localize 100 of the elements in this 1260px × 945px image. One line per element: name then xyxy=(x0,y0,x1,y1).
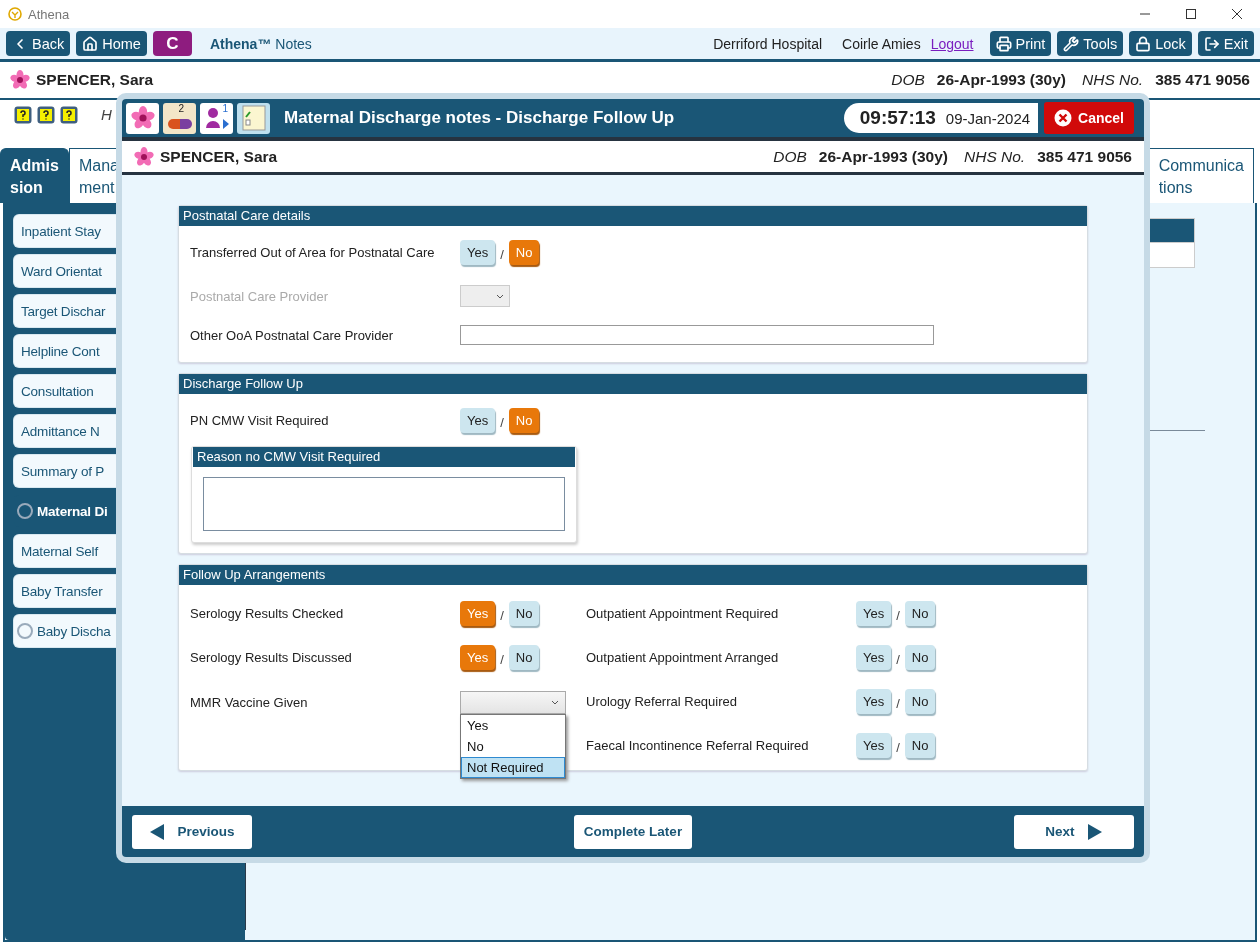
toggle-option[interactable]: No xyxy=(904,732,936,758)
status-circle-icon xyxy=(17,503,33,519)
section-title: Discharge Follow Up xyxy=(179,374,1087,394)
flower-icon xyxy=(10,70,30,90)
toggle-option[interactable]: Yes xyxy=(460,407,496,433)
toggle-option[interactable]: Yes xyxy=(460,239,496,265)
flower-button[interactable] xyxy=(126,102,159,134)
complete-later-button[interactable]: Complete Later xyxy=(574,814,692,849)
previous-button[interactable]: Previous xyxy=(132,814,252,849)
separator-text: / xyxy=(500,651,504,667)
separator-text: / xyxy=(896,607,900,623)
separator-text: / xyxy=(500,246,504,262)
dob-label: DOB xyxy=(891,71,925,89)
help-icon[interactable] xyxy=(60,106,78,124)
separator-text: / xyxy=(896,651,900,667)
app-logo-icon xyxy=(8,7,22,21)
home-icon xyxy=(82,35,99,52)
user-name: Coirle Amies xyxy=(842,35,921,52)
field-label: Outpatient Appointment Required xyxy=(586,605,780,621)
time-text: 09:57:13 xyxy=(859,107,936,129)
tools-icon xyxy=(1063,35,1080,52)
separator-text: / xyxy=(500,414,504,430)
window-title: Athena xyxy=(28,6,70,22)
lock-icon xyxy=(1135,35,1152,52)
person-arrow-icon xyxy=(203,106,230,130)
input-field[interactable] xyxy=(460,325,934,345)
dropdown-option[interactable]: No xyxy=(461,736,565,757)
dob-value: 26-Apr-1993 (30y) xyxy=(936,71,1066,89)
person-button[interactable]: 1 xyxy=(200,102,233,134)
hospital-name: Derriford Hospital xyxy=(713,35,823,52)
text-area[interactable] xyxy=(203,477,565,531)
toggle-option[interactable]: Yes xyxy=(856,644,892,670)
dialog-title: Maternal Discharge notes - Discharge Follow Up xyxy=(284,108,675,128)
cancel-button[interactable]: Cancel xyxy=(1044,102,1134,134)
patient-name: SPENCER, Sara xyxy=(160,147,278,166)
count-label: 2 xyxy=(178,102,184,114)
exit-icon xyxy=(1203,35,1220,52)
section-title: Follow Up Arrangements xyxy=(179,565,1087,585)
field-label: PN CMW Visit Required xyxy=(190,412,330,428)
dropdown-field[interactable] xyxy=(460,691,566,714)
nhs-number: 385 471 9056 xyxy=(1155,71,1250,89)
toggle-option[interactable]: No xyxy=(904,688,936,714)
status-circle-icon xyxy=(17,623,33,639)
tools-button[interactable]: Tools xyxy=(1057,31,1124,56)
logout-link[interactable]: Logout xyxy=(930,35,974,52)
field-label: Other OoA Postnatal Care Provider xyxy=(190,327,395,343)
date-text: 09-Jan-2024 xyxy=(945,109,1031,127)
lock-button[interactable]: Lock xyxy=(1129,31,1192,56)
toggle-option[interactable]: Yes xyxy=(856,688,892,714)
dob-value: 26-Apr-1993 (30y) xyxy=(818,147,948,166)
notepad-icon xyxy=(241,105,266,131)
flower-icon xyxy=(130,106,155,130)
close-icon xyxy=(1054,109,1073,127)
chevron-down-icon xyxy=(551,700,559,705)
chevron-down-icon xyxy=(496,293,504,299)
toggle-option[interactable]: No xyxy=(904,644,936,670)
flower-icon xyxy=(134,146,154,167)
toggle-option[interactable]: No xyxy=(508,644,540,670)
pill-icon xyxy=(167,119,192,129)
field-label: Faecal Incontinence Referral Required xyxy=(586,737,810,753)
field-label: Outpatient Appointment Arranged xyxy=(586,649,780,665)
toggle-option[interactable]: No xyxy=(508,600,540,626)
separator-text: / xyxy=(896,739,900,755)
dropdown-option[interactable]: Yes xyxy=(461,715,565,736)
help-icon[interactable] xyxy=(37,106,55,124)
nhs-number: 385 471 9056 xyxy=(1037,147,1132,166)
field-label: MMR Vaccine Given xyxy=(190,695,309,710)
field-label: Urology Referral Required xyxy=(586,693,738,709)
notes-button[interactable] xyxy=(237,102,270,134)
toggle-option[interactable]: No xyxy=(904,600,936,626)
toggle-option[interactable]: Yes xyxy=(856,600,892,626)
home-button[interactable]: Home xyxy=(76,31,147,56)
separator-text: / xyxy=(896,695,900,711)
nhs-label: NHS No. xyxy=(964,147,1026,166)
help-icon[interactable] xyxy=(14,106,32,124)
tab[interactable]: Admis sion xyxy=(0,148,69,203)
panel-title: Reason no CMW Visit Required xyxy=(193,447,575,467)
exit-button[interactable]: Exit xyxy=(1197,31,1254,56)
printer-icon xyxy=(995,35,1012,52)
field-label: Serology Results Checked xyxy=(190,605,345,621)
patient-name: SPENCER, Sara xyxy=(36,71,154,89)
dropdown-option[interactable]: Not Required xyxy=(461,757,565,778)
field-label: Transferred Out of Area for Postnatal Care xyxy=(190,244,436,260)
count-label: 1 xyxy=(222,102,228,114)
dob-label: DOB xyxy=(773,147,807,166)
field-label: Postnatal Care Provider xyxy=(190,288,329,304)
medication-button[interactable]: 2 xyxy=(163,102,196,134)
tab[interactable]: Communica tions xyxy=(1148,148,1254,203)
section-title: Postnatal Care details xyxy=(179,206,1087,226)
separator-text: / xyxy=(500,607,504,623)
back-button[interactable]: Back xyxy=(6,31,71,56)
next-button[interactable]: Next xyxy=(1014,814,1134,849)
app-name: Athena™ Notes xyxy=(209,35,312,52)
field-label: Serology Results Discussed xyxy=(190,649,353,665)
toggle-option[interactable]: Yes xyxy=(856,732,892,758)
left-arrow-icon xyxy=(149,823,166,840)
c-button[interactable]: C xyxy=(152,31,192,56)
right-arrow-icon xyxy=(1086,823,1103,840)
help-text: H xyxy=(101,106,112,123)
print-button[interactable]: Print xyxy=(989,31,1052,56)
